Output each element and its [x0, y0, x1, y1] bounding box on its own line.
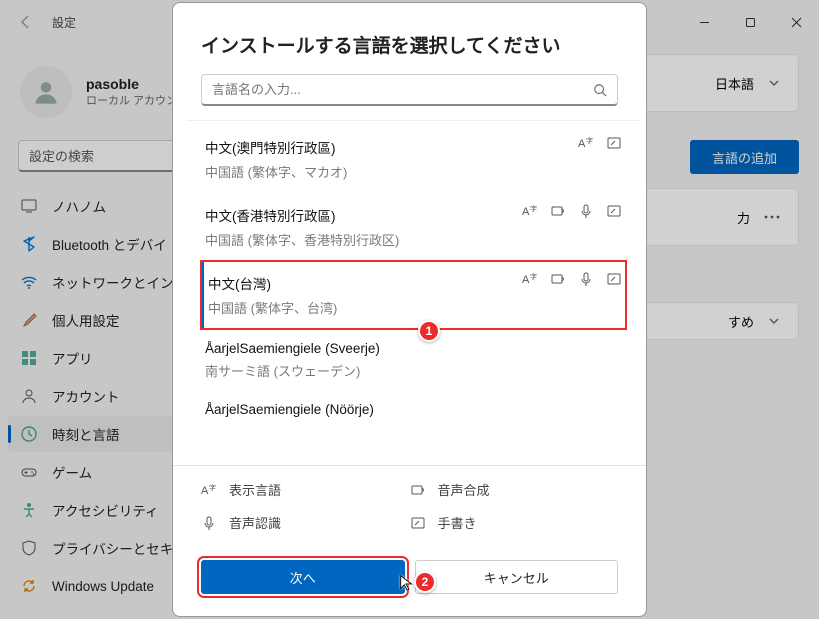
next-button[interactable]: 次へ [201, 560, 405, 594]
language-title: ÅarjelSaemiengiele (Nöörje) [205, 402, 624, 417]
callout-2: 2 [414, 571, 436, 593]
disp-icon: A字 [522, 271, 538, 287]
svg-text:字: 字 [530, 272, 537, 281]
handwriting-icon [410, 515, 426, 531]
svg-text:A: A [201, 485, 209, 497]
callout-1: 1 [418, 320, 440, 342]
language-search[interactable] [201, 74, 618, 106]
legend-hand: 手書き [410, 513, 619, 532]
search-icon [593, 83, 607, 97]
language-sub: 南サーミ語 (スウェーデン) [205, 361, 624, 380]
language-row[interactable]: 中文(香港特別行政區)中国語 (繁体字、香港特別行政区)A字 [201, 193, 626, 261]
disp-icon: A字 [522, 203, 538, 219]
svg-text:A: A [522, 274, 530, 286]
language-search-input[interactable] [212, 82, 593, 97]
language-sub: 中国語 (繁体字、マカオ) [205, 162, 624, 181]
cursor-icon [398, 574, 416, 592]
language-row[interactable]: ÅarjelSaemiengiele (Sveerje) 南サーミ語 (スウェーデ… [201, 329, 626, 392]
legend-tts: 音声合成 [410, 480, 619, 499]
svg-text:A: A [522, 206, 530, 218]
svg-text:字: 字 [209, 483, 216, 492]
language-row[interactable]: 中文(澳門特別行政區) 中国語 (繁体字、マカオ) A字 [201, 125, 626, 193]
svg-text:字: 字 [530, 204, 537, 213]
voice-icon [578, 271, 594, 287]
legend-display: A字表示言語 [201, 480, 410, 499]
hand-icon [606, 271, 622, 287]
language-row[interactable]: 中文(台灣)中国語 (繁体字、台湾)A字 [201, 261, 626, 329]
svg-text:A: A [578, 138, 586, 150]
mic-icon [201, 515, 217, 531]
hand-icon [606, 135, 622, 151]
language-title: ÅarjelSaemiengiele (Sveerje) [205, 341, 624, 356]
language-title: 中文(澳門特別行政區) [205, 137, 624, 157]
tts-icon [550, 271, 566, 287]
legend: A字表示言語 音声合成 音声認識 手書き [173, 465, 646, 542]
voice-icon [578, 203, 594, 219]
dialog-title: インストールする言語を選択してください [173, 3, 646, 74]
language-sub: 中国語 (繁体字、台湾) [208, 298, 624, 317]
svg-text:字: 字 [586, 136, 593, 145]
modal-overlay: インストールする言語を選択してください 中文(澳門特別行政區) 中国語 (繁体字、… [0, 0, 819, 619]
legend-voice: 音声認識 [201, 513, 410, 532]
cancel-button[interactable]: キャンセル [415, 560, 619, 594]
language-list: 中文(澳門特別行政區)中国語 (繁体字、マカオ)A字中文(香港特別行政區)中国語… [187, 120, 640, 465]
tts-icon [550, 203, 566, 219]
language-dialog: インストールする言語を選択してください 中文(澳門特別行政區) 中国語 (繁体字、… [172, 2, 647, 617]
language-sub: 中国語 (繁体字、香港特別行政区) [205, 230, 624, 249]
language-row[interactable]: ÅarjelSaemiengiele (Nöörje) [201, 392, 626, 422]
display-icon: A字 [201, 482, 217, 498]
tts-icon [410, 482, 426, 498]
hand-icon [606, 203, 622, 219]
disp-icon: A字 [578, 135, 594, 151]
